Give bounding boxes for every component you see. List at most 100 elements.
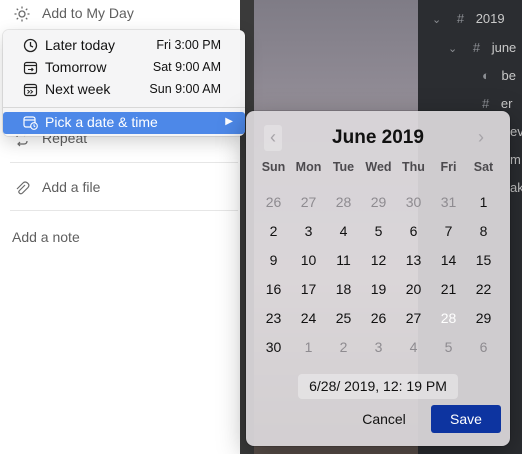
paperclip-icon [14,180,30,196]
chevron-down-icon: ⌄ [448,43,458,55]
calendar-day[interactable]: 4 [326,220,361,242]
chevron-down-icon: ⌄ [432,14,442,26]
calendar-day[interactable]: 2 [326,336,361,358]
calendar-day[interactable]: 25 [326,307,361,329]
calendar-day[interactable]: 3 [361,336,396,358]
weekday-header: Fri [440,160,457,174]
calendar-day[interactable]: 6 [396,220,431,242]
calendar-day[interactable]: 20 [396,278,431,300]
add-file-row[interactable]: Add a file [0,179,240,199]
menu-item-label: Later today [45,37,116,53]
calendar-day[interactable]: 13 [396,249,431,271]
calendar-day[interactable]: 4 [396,336,431,358]
menu-item-label: Next week [45,81,111,97]
save-button[interactable]: Save [431,405,501,433]
calendar-day[interactable]: 22 [466,278,501,300]
calendar-day[interactable]: 3 [291,220,326,242]
menu-item-later-today[interactable]: Later today Fri 3:00 PM [3,35,245,57]
menu-item-tomorrow[interactable]: Tomorrow Sat 9:00 AM [3,57,245,79]
menu-item-time: Sat 9:00 AM [152,60,221,74]
calendar-day[interactable]: 1 [291,336,326,358]
menu-separator [3,107,245,108]
calendar-day[interactable]: 15 [466,249,501,271]
tree-item-label: ev [510,124,522,139]
next-month-button[interactable]: › [472,125,490,151]
calendar-day[interactable]: 17 [291,278,326,300]
calendar-day[interactable]: 19 [361,278,396,300]
calendar-day[interactable]: 30 [256,336,291,358]
calendar-day[interactable]: 31 [431,191,466,213]
date-picker-popup: ‹ June 2019 › Sun Mon Tue Wed Thu Fri Sat 26 27… [246,111,510,446]
tree-item-label: er [500,96,513,111]
tree-item[interactable]: ev [510,124,522,139]
calendar-day[interactable]: 27 [291,191,326,213]
hash-icon: # [472,40,481,55]
clock-icon [23,38,38,53]
tree-item-2019[interactable]: ⌄ # 2019 [432,11,505,26]
tree-item[interactable]: m [510,152,521,167]
calendar-day[interactable]: 30 [396,191,431,213]
calendar-day[interactable]: 7 [431,220,466,242]
calendar-day[interactable]: 9 [256,249,291,271]
calendar-day[interactable]: 29 [361,191,396,213]
calendar-day[interactable]: 21 [431,278,466,300]
datetime-input[interactable]: 6/28/ 2019, 12: 19 PM [298,374,458,399]
weekday-header: Sun [261,160,286,174]
month-title: June 2019 [332,127,424,148]
calendar-clock-icon [23,115,38,130]
calendar-day[interactable]: 16 [256,278,291,300]
calendar-day[interactable]: 14 [431,249,466,271]
tree-item-june[interactable]: ⌄ # june [448,40,516,55]
github-icon: ◐ [482,68,490,83]
calendar-arrow-icon [23,60,38,75]
tree-item[interactable]: # er [482,96,512,111]
add-to-my-day-row[interactable]: Add to My Day [0,5,240,25]
prev-month-button[interactable]: ‹ [264,125,282,151]
weekday-header: Mon [295,160,322,174]
calendar-day[interactable]: 18 [326,278,361,300]
weekday-header: Wed [365,160,392,174]
weekday-header: Tue [332,160,355,174]
add-note-placeholder: Add a note [12,229,80,245]
calendar-day[interactable]: 8 [466,220,501,242]
add-file-label: Add a file [42,179,101,195]
divider [10,210,238,211]
menu-item-pick-date[interactable]: Pick a date & time ▶ [3,112,245,134]
hash-icon: # [482,96,490,111]
calendar-day[interactable]: 1 [466,191,501,213]
sun-icon [14,6,30,22]
tree-item[interactable]: ak [510,180,522,195]
menu-item-label: Pick a date & time [45,114,158,130]
add-to-my-day-label: Add to My Day [42,5,134,21]
menu-item-time: Fri 3:00 PM [156,38,221,52]
add-note-field[interactable]: Add a note [0,229,240,249]
calendar-day[interactable]: 10 [291,249,326,271]
weekday-header: Sat [473,160,494,174]
calendar-day[interactable]: 27 [396,307,431,329]
calendar-day[interactable]: 26 [361,307,396,329]
calendar-day[interactable]: 12 [361,249,396,271]
calendar-day[interactable]: 29 [466,307,501,329]
tree-item-label: 2019 [475,11,505,26]
menu-item-time: Sun 9:00 AM [149,82,221,96]
tree-item-label: ak [510,180,522,195]
calendar-day[interactable]: 2 [256,220,291,242]
divider [10,162,238,163]
calendar-next-week-icon [23,82,38,97]
due-date-menu: Later today Fri 3:00 PM Tomorrow Sat 9:0… [3,30,245,136]
tree-item-label: june [491,40,517,55]
calendar-day[interactable]: 23 [256,307,291,329]
selected-day[interactable]: 28 [431,303,466,333]
hash-icon: # [456,11,465,26]
calendar-day[interactable]: 26 [256,191,291,213]
calendar-day[interactable]: 6 [466,336,501,358]
calendar-day[interactable]: 5 [431,336,466,358]
calendar-day[interactable]: 11 [326,249,361,271]
cancel-button[interactable]: Cancel [356,407,412,431]
calendar-day[interactable]: 28 [326,191,361,213]
weekday-header: Thu [402,160,425,174]
calendar-day[interactable]: 24 [291,307,326,329]
tree-item[interactable]: ◐ be [482,68,516,83]
calendar-day[interactable]: 5 [361,220,396,242]
menu-item-next-week[interactable]: Next week Sun 9:00 AM [3,79,245,101]
